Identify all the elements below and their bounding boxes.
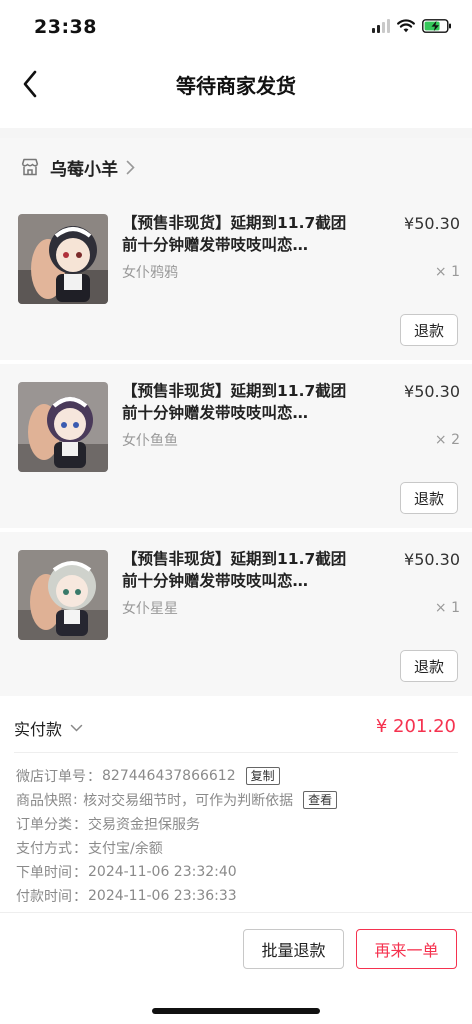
pay-time-label: 付款时间 [16,889,72,905]
divider [0,912,472,913]
product-image[interactable] [18,550,108,640]
order-item[interactable]: 【预售非现货】延期到11.7截团前十分钟赠发带吱吱叫恋… ¥50.30 女仆星星… [0,532,472,696]
item-quantity: × 2 [434,432,460,448]
divider [14,752,458,753]
item-price: ¥50.30 [404,214,460,233]
buy-again-button[interactable]: 再来一单 [356,929,457,969]
battery-charging-icon [422,19,451,33]
status-time: 23:38 [34,16,97,38]
store-icon [21,158,39,176]
item-quantity: × 1 [434,264,460,280]
pay-time-value: 2024-11-06 23:36:33 [88,888,237,904]
product-image[interactable] [18,382,108,472]
order-info: 微店订单号： 827446437866612 复制 商品快照: 核对交易细节时，… [16,764,456,908]
item-quantity: × 1 [434,600,460,616]
view-snapshot-button[interactable]: 查看 [303,791,338,809]
info-row-category: 订单分类： 交易资金担保服务 [16,812,456,836]
item-variant: 女仆星星 [122,601,178,617]
payment-toggle[interactable]: 实付款 [14,716,83,740]
item-title[interactable]: 【预售非现货】延期到11.7截团前十分钟赠发带吱吱叫恋… [122,212,348,256]
cellular-signal-icon [372,19,390,33]
copy-button[interactable]: 复制 [245,767,280,785]
payment-method-value: 支付宝/余额 [88,841,163,857]
order-no-value: 827446437866612 [102,768,236,784]
refund-button[interactable]: 退款 [400,314,458,346]
status-bar: 23:38 [0,0,472,56]
item-title[interactable]: 【预售非现货】延期到11.7截团前十分钟赠发带吱吱叫恋… [122,380,348,424]
wifi-icon [397,19,415,33]
info-row-payment-method: 支付方式： 支付宝/余额 [16,836,456,860]
batch-refund-button[interactable]: 批量退款 [243,929,344,969]
page-title: 等待商家发货 [176,74,296,98]
category-label: 订单分类 [16,817,72,833]
item-price: ¥50.30 [404,382,460,401]
item-variant: 女仆鸦鸦 [122,265,178,281]
shop-name: 乌莓小羊 [50,159,118,180]
category-value: 交易资金担保服务 [88,817,200,833]
nav-bar: 等待商家发货 [0,56,472,128]
info-row-order-no: 微店订单号： 827446437866612 复制 [16,764,456,788]
order-item[interactable]: 【预售非现货】延期到11.7截团前十分钟赠发带吱吱叫恋… ¥50.30 女仆鱼鱼… [0,364,472,528]
order-item[interactable]: 【预售非现货】延期到11.7截团前十分钟赠发带吱吱叫恋… ¥50.30 女仆鸦鸦… [0,196,472,360]
order-time-value: 2024-11-06 23:32:40 [88,864,237,880]
payment-row: 实付款 ¥ 201.20 [0,700,472,752]
item-title[interactable]: 【预售非现货】延期到11.7截团前十分钟赠发带吱吱叫恋… [122,548,348,592]
payment-label: 实付款 [14,720,63,739]
item-price: ¥50.30 [404,550,460,569]
section-gap [0,128,472,138]
chevron-right-icon [126,160,135,174]
status-icons [372,19,452,33]
payment-method-label: 支付方式 [16,841,72,857]
order-time-label: 下单时间 [16,865,72,881]
info-row-order-time: 下单时间： 2024-11-06 23:32:40 [16,864,237,881]
order-no-label: 微店订单号 [16,769,86,785]
info-row-pay-time: 付款时间： 2024-11-06 23:36:33 [16,888,237,905]
payment-amount: ¥ 201.20 [375,716,456,737]
shop-row[interactable]: 乌莓小羊 [0,138,472,196]
refund-button[interactable]: 退款 [400,650,458,682]
item-variant: 女仆鱼鱼 [122,433,178,449]
snapshot-value: 核对交易细节时，可作为判断依据 [83,793,294,809]
product-image[interactable] [18,214,108,304]
refund-button[interactable]: 退款 [400,482,458,514]
home-indicator [152,1008,320,1014]
chevron-down-icon [70,724,83,732]
snapshot-label: 商品快照 [16,793,72,809]
info-row-snapshot: 商品快照: 核对交易细节时，可作为判断依据 查看 [16,788,456,812]
